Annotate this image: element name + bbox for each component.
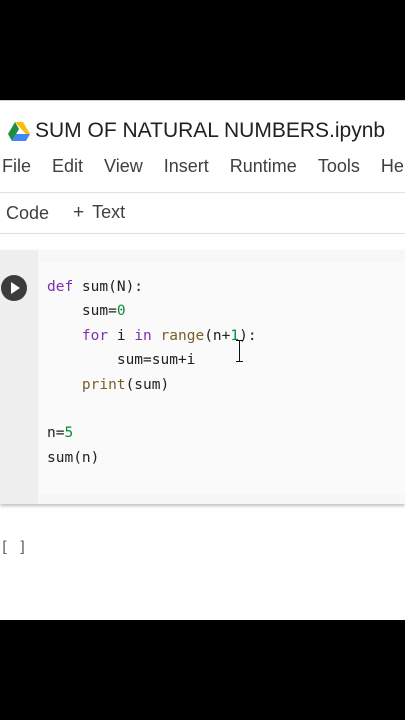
menu-edit[interactable]: Edit bbox=[52, 156, 83, 177]
code-editor[interactable]: def sum(N): sum=0 for i in range(n+1): s… bbox=[39, 262, 405, 494]
add-text-label: Text bbox=[92, 202, 126, 222]
code-line-5: print(sum) bbox=[81, 376, 170, 393]
header: SUM OF NATURAL NUMBERS.ipynb File Edit V… bbox=[0, 100, 405, 201]
title-row: SUM OF NATURAL NUMBERS.ipynb bbox=[8, 117, 385, 145]
code-text[interactable]: def sum(N): sum=0 for i in range(n+1): s… bbox=[47, 275, 257, 470]
code-line-4: sum=sum+i bbox=[116, 352, 196, 369]
menu-file[interactable]: File bbox=[2, 156, 31, 177]
code-line-2: sum=0 bbox=[81, 303, 126, 320]
code-cell[interactable]: def sum(N): sum=0 for i in range(n+1): s… bbox=[0, 250, 405, 504]
notebook-title[interactable]: SUM OF NATURAL NUMBERS.ipynb bbox=[35, 119, 385, 143]
add-code-cell-button[interactable]: Code bbox=[6, 203, 49, 224]
plus-icon: + bbox=[73, 202, 85, 223]
google-drive-icon bbox=[8, 122, 30, 141]
menu-tools[interactable]: Tools bbox=[318, 156, 360, 177]
code-line-1: def sum(N): bbox=[47, 279, 144, 295]
menu-bar: File Edit View Insert Runtime Tools Help bbox=[2, 153, 405, 179]
menu-insert[interactable]: Insert bbox=[164, 156, 209, 177]
code-line-3: for i in range(n+1): bbox=[81, 327, 257, 344]
menu-view[interactable]: View bbox=[104, 156, 143, 177]
menu-help[interactable]: Help bbox=[381, 156, 405, 177]
text-cursor-icon bbox=[236, 340, 244, 362]
output-prompt: [ ] bbox=[0, 538, 28, 556]
colab-window: SUM OF NATURAL NUMBERS.ipynb File Edit V… bbox=[0, 100, 405, 620]
output-area: [ ] bbox=[0, 512, 405, 620]
code-line-8: sum(n) bbox=[47, 449, 100, 466]
add-text-cell-button[interactable]: + Text bbox=[73, 202, 125, 224]
menu-runtime[interactable]: Runtime bbox=[230, 156, 297, 177]
run-cell-button[interactable] bbox=[1, 275, 27, 301]
cell-gutter bbox=[0, 250, 38, 504]
toolbar: Code + Text bbox=[0, 192, 405, 234]
code-line-7: n=5 bbox=[47, 425, 74, 442]
